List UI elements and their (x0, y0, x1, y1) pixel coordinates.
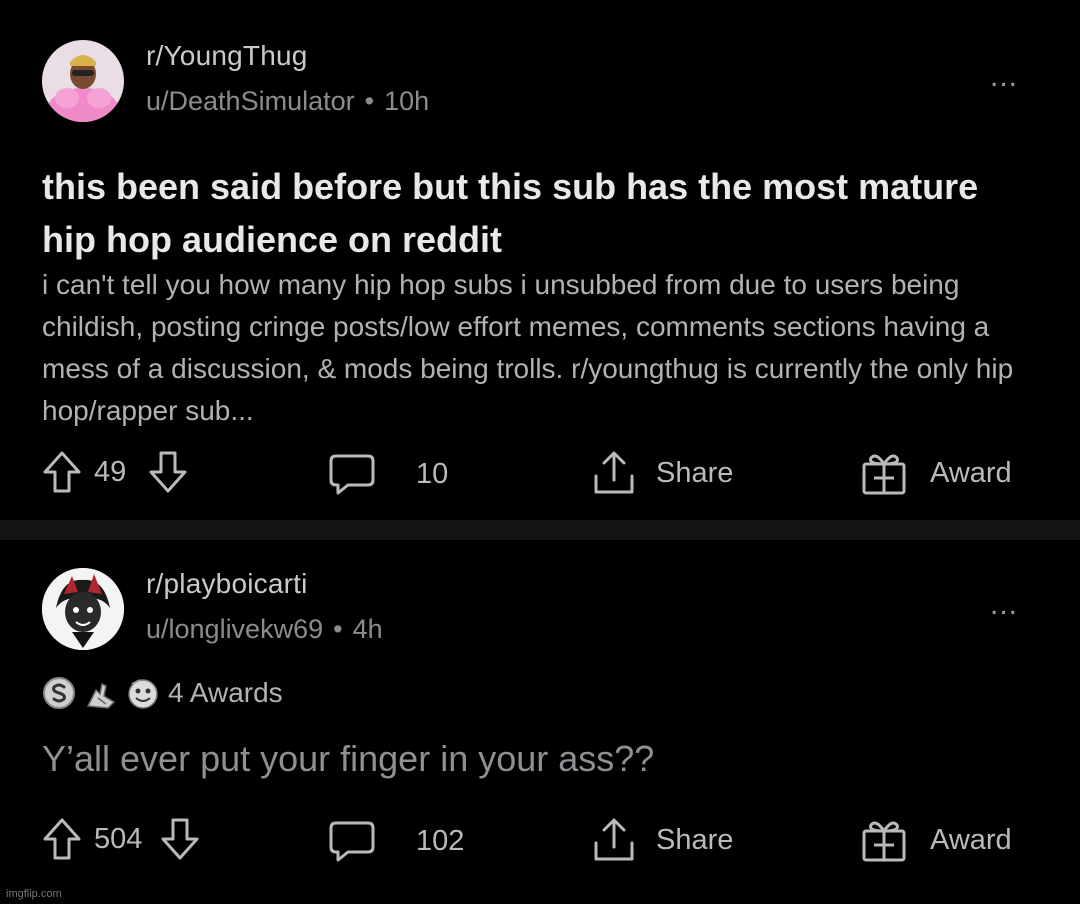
post-actions: 504 102 Share Award (0, 814, 1080, 864)
upvote-icon[interactable] (42, 817, 82, 861)
username-link[interactable]: u/longlivekw69 (146, 614, 323, 644)
vote-group: 49 (42, 450, 188, 494)
share-button[interactable]: Share (592, 450, 733, 496)
award-button[interactable]: Award (860, 450, 1012, 496)
downvote-icon[interactable] (148, 450, 188, 494)
comments-button[interactable]: 10 (328, 452, 448, 496)
separator-dot: • (364, 86, 375, 116)
vote-count: 504 (94, 822, 143, 855)
share-button[interactable]: Share (592, 817, 733, 863)
share-icon (592, 817, 636, 863)
post-card[interactable]: r/YoungThug u/DeathSimulator • 10h ... thi… (0, 10, 1080, 520)
post-time: 4h (352, 614, 383, 644)
vote-group: 504 (42, 817, 200, 861)
avatar[interactable] (42, 40, 124, 122)
comment-icon (328, 452, 376, 496)
award-button[interactable]: Award (860, 817, 1012, 863)
comments-button[interactable]: 102 (328, 819, 464, 863)
share-label: Share (656, 456, 734, 489)
share-icon (592, 450, 636, 496)
watermark: imgflip.com (6, 888, 62, 900)
post-title[interactable]: Y’all ever put your finger in your ass?? (42, 738, 654, 780)
award-icon (860, 450, 908, 496)
post-title[interactable]: this been said before but this sub has t… (42, 160, 1042, 266)
award-label: Award (930, 823, 1012, 856)
more-options-icon[interactable]: ... (990, 60, 1018, 94)
award-label: Award (930, 456, 1012, 489)
hands-award-icon (84, 676, 118, 710)
share-label: Share (656, 823, 734, 856)
subreddit-link[interactable]: r/YoungThug (146, 40, 308, 72)
post-time: 10h (384, 86, 430, 116)
comment-count: 102 (416, 824, 465, 857)
post-divider (0, 520, 1080, 540)
post-body[interactable]: i can't tell you how many hip hop subs i… (42, 264, 1052, 432)
comment-icon (328, 819, 376, 863)
post-meta: u/longlivekw69 • 4h (146, 614, 383, 645)
avatar[interactable] (42, 568, 124, 650)
subreddit-link[interactable]: r/playboicarti (146, 568, 308, 600)
face-award-icon (126, 676, 160, 710)
awards-row[interactable]: 4 Awards (42, 676, 283, 710)
post-meta: u/DeathSimulator • 10h (146, 86, 429, 117)
post-card[interactable]: r/playboicarti u/longlivekw69 • 4h ... 4 A… (0, 540, 1080, 904)
downvote-icon[interactable] (160, 817, 200, 861)
awards-count: 4 Awards (168, 677, 283, 708)
award-icon (860, 817, 908, 863)
upvote-icon[interactable] (42, 450, 82, 494)
post-actions: 49 10 Share Award (0, 447, 1080, 497)
silver-award-icon (42, 676, 76, 710)
comment-count: 10 (416, 457, 449, 490)
username-link[interactable]: u/DeathSimulator (146, 86, 355, 116)
separator-dot: • (333, 614, 343, 644)
vote-count: 49 (94, 455, 127, 488)
more-options-icon[interactable]: ... (990, 588, 1018, 622)
